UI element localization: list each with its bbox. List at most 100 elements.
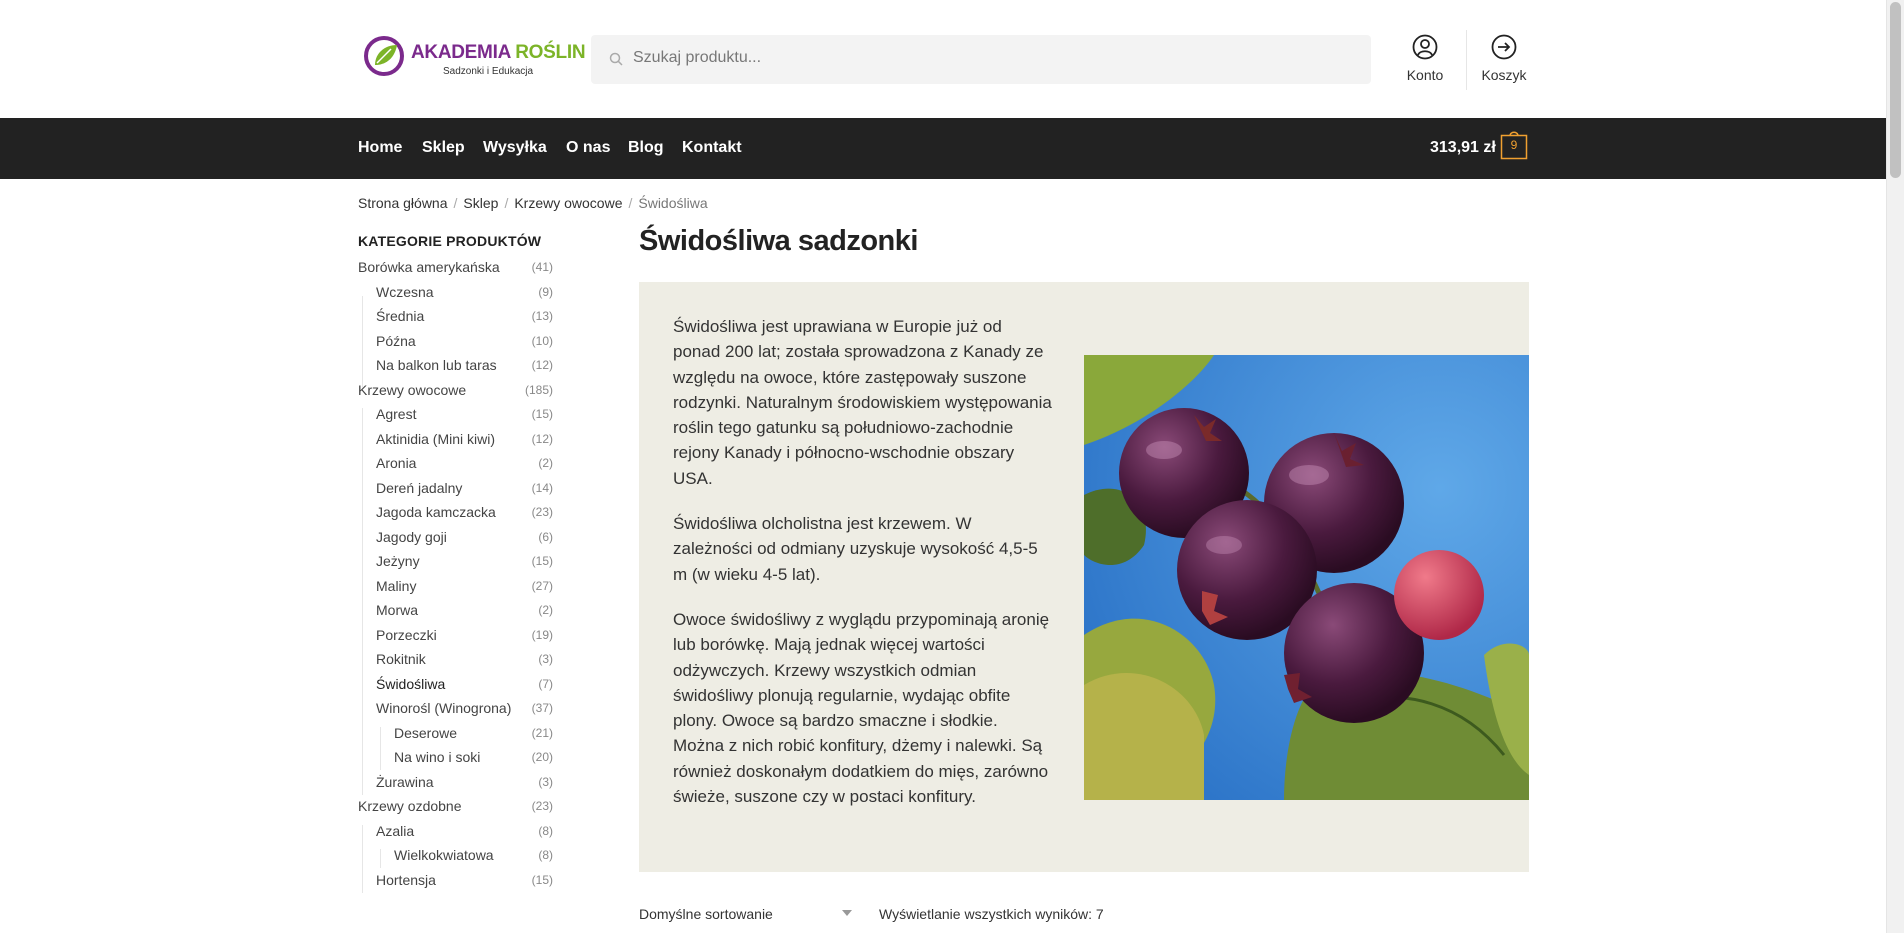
description-text: Świdośliwa jest uprawiana w Europie już … (673, 314, 1053, 829)
sidebar-category-item[interactable]: Borówka amerykańska (41) (358, 259, 553, 284)
category-name[interactable]: Azalia (358, 823, 414, 839)
nav-item-kontakt[interactable]: Kontakt (682, 139, 742, 157)
sort-select[interactable]: Domyślne sortowanie (639, 906, 773, 922)
category-name[interactable]: Krzewy ozdobne (358, 798, 462, 814)
category-count: (37) (531, 701, 553, 715)
category-name[interactable]: Hortensja (358, 872, 436, 888)
scrollbar-thumb[interactable] (1890, 2, 1901, 178)
category-name[interactable]: Średnia (358, 308, 424, 324)
category-count: (41) (531, 260, 553, 274)
category-nesting-line (380, 849, 381, 868)
breadcrumb-current: Świdośliwa (638, 195, 708, 211)
sidebar-category-item[interactable]: Maliny (27) (358, 578, 553, 603)
page-scrollbar[interactable] (1886, 0, 1904, 933)
category-name[interactable]: Świdośliwa (358, 676, 445, 692)
category-count: (7) (538, 676, 553, 691)
sidebar-category-item[interactable]: Świdośliwa (7) (358, 676, 553, 701)
category-count: (9) (538, 284, 553, 299)
category-name[interactable]: Późna (358, 333, 416, 349)
sidebar-category-item[interactable]: Wczesna (9) (358, 284, 553, 309)
category-name[interactable]: Jagoda kamczacka (358, 504, 496, 520)
sidebar-title: KATEGORIE PRODUKTÓW (358, 233, 542, 249)
category-name[interactable]: Na wino i soki (358, 749, 480, 765)
category-name[interactable]: Winorośl (Winogrona) (358, 700, 511, 716)
sidebar-category-item[interactable]: Porzeczki (19) (358, 627, 553, 652)
sidebar-category-item[interactable]: Krzewy owocowe (185) (358, 382, 553, 407)
sidebar-category-item[interactable]: Późna (10) (358, 333, 553, 358)
breadcrumb: Strona główna / Sklep / Krzewy owocowe / Śwido… (358, 195, 708, 211)
category-name[interactable]: Krzewy owocowe (358, 382, 466, 398)
category-name[interactable]: Żurawina (358, 774, 434, 790)
search-input[interactable]: Szukaj produktu... (591, 35, 1371, 84)
category-name[interactable]: Borówka amerykańska (358, 259, 500, 275)
sidebar-category-item[interactable]: Jeżyny (15) (358, 553, 553, 578)
sidebar-category-item[interactable]: Wielkokwiatowa (8) (358, 847, 553, 872)
sidebar-category-item[interactable]: Aktinidia (Mini kiwi) (12) (358, 431, 553, 456)
category-count: (2) (538, 456, 553, 470)
category-name[interactable]: Jeżyny (358, 553, 420, 569)
page: AKADEMIA ROŚLIN Sadzonki i Edukacja Szuk… (0, 0, 1887, 933)
sidebar-category-item[interactable]: Na wino i soki (20) (358, 749, 553, 774)
category-count: (185) (524, 382, 553, 397)
category-count: (12) (531, 358, 553, 372)
category-description: Świdośliwa jest uprawiana w Europie już … (639, 282, 1529, 872)
category-name[interactable]: Jagody goji (358, 529, 447, 545)
site-logo[interactable]: AKADEMIA ROŚLIN Sadzonki i Edukacja (363, 33, 586, 81)
nav-item-sklep[interactable]: Sklep (422, 139, 465, 157)
sidebar-category-item[interactable]: Jagoda kamczacka (23) (358, 504, 553, 529)
mini-cart[interactable]: 9 (1500, 130, 1528, 160)
category-count: (10) (531, 333, 553, 348)
cart-button[interactable]: Koszyk (1478, 34, 1530, 83)
results-count: Wyświetlanie wszystkich wyników: 7 (879, 906, 1104, 922)
cart-total[interactable]: 313,91 zł (1430, 139, 1496, 157)
category-name[interactable]: Maliny (358, 578, 416, 594)
sidebar-category-item[interactable]: Dereń jadalny (14) (358, 480, 553, 505)
category-name[interactable]: Aktinidia (Mini kiwi) (358, 431, 495, 447)
category-name[interactable]: Rokitnik (358, 651, 426, 667)
category-name[interactable]: Wczesna (358, 284, 434, 300)
chevron-down-icon[interactable] (842, 910, 852, 916)
description-paragraph: Świdośliwa olcholistna jest krzewem. W z… (673, 514, 1038, 584)
main-navigation: Home Sklep Wysyłka O nas Blog Kontakt 31… (0, 118, 1887, 179)
breadcrumb-home[interactable]: Strona główna (358, 195, 448, 211)
nav-item-home[interactable]: Home (358, 139, 402, 157)
category-count: (23) (531, 799, 553, 813)
category-name[interactable]: Dereń jadalny (358, 480, 462, 496)
nav-item-blog[interactable]: Blog (628, 139, 664, 157)
sidebar-category-item[interactable]: Rokitnik (3) (358, 651, 553, 676)
sidebar-category-item[interactable]: Winorośl (Winogrona) (37) (358, 700, 553, 725)
category-name[interactable]: Aronia (358, 455, 416, 471)
sidebar-category-item[interactable]: Aronia (2) (358, 455, 553, 480)
nav-item-o-nas[interactable]: O nas (566, 139, 610, 157)
sidebar-category-item[interactable]: Morwa (2) (358, 602, 553, 627)
main-content: Świdośliwa sadzonki Świdośliwa jest upra… (639, 225, 1529, 872)
nav-item-wysylka[interactable]: Wysyłka (483, 139, 547, 157)
category-name[interactable]: Agrest (358, 406, 416, 422)
sidebar-category-item[interactable]: Na balkon lub taras (12) (358, 357, 553, 382)
category-name[interactable]: Na balkon lub taras (358, 357, 497, 373)
breadcrumb-shop[interactable]: Sklep (463, 195, 498, 211)
category-count: (8) (538, 823, 553, 838)
category-count: (15) (531, 872, 553, 887)
category-name[interactable]: Wielkokwiatowa (358, 847, 494, 863)
sidebar-category-item[interactable]: Azalia (8) (358, 823, 553, 848)
user-icon (1412, 34, 1438, 60)
sidebar-category-item[interactable]: Agrest (15) (358, 406, 553, 431)
account-button[interactable]: Konto (1400, 34, 1450, 83)
category-count: (3) (538, 774, 553, 789)
sidebar-category-item[interactable]: Hortensja (15) (358, 872, 553, 897)
sidebar-category-item[interactable]: Krzewy ozdobne (23) (358, 798, 553, 823)
category-name[interactable]: Porzeczki (358, 627, 437, 643)
category-name[interactable]: Deserowe (358, 725, 457, 741)
sidebar-category-item[interactable]: Jagody goji (6) (358, 529, 553, 554)
sidebar-category-item[interactable]: Średnia (13) (358, 308, 553, 333)
sidebar-category-item[interactable]: Deserowe (21) (358, 725, 553, 750)
header-divider (1466, 30, 1467, 90)
category-nesting-line (362, 408, 363, 795)
category-count: (8) (538, 848, 553, 862)
category-count: (2) (538, 603, 553, 617)
site-header: AKADEMIA ROŚLIN Sadzonki i Edukacja Szuk… (0, 0, 1887, 118)
breadcrumb-category[interactable]: Krzewy owocowe (514, 195, 622, 211)
sidebar-category-item[interactable]: Żurawina (3) (358, 774, 553, 799)
category-name[interactable]: Morwa (358, 602, 418, 618)
